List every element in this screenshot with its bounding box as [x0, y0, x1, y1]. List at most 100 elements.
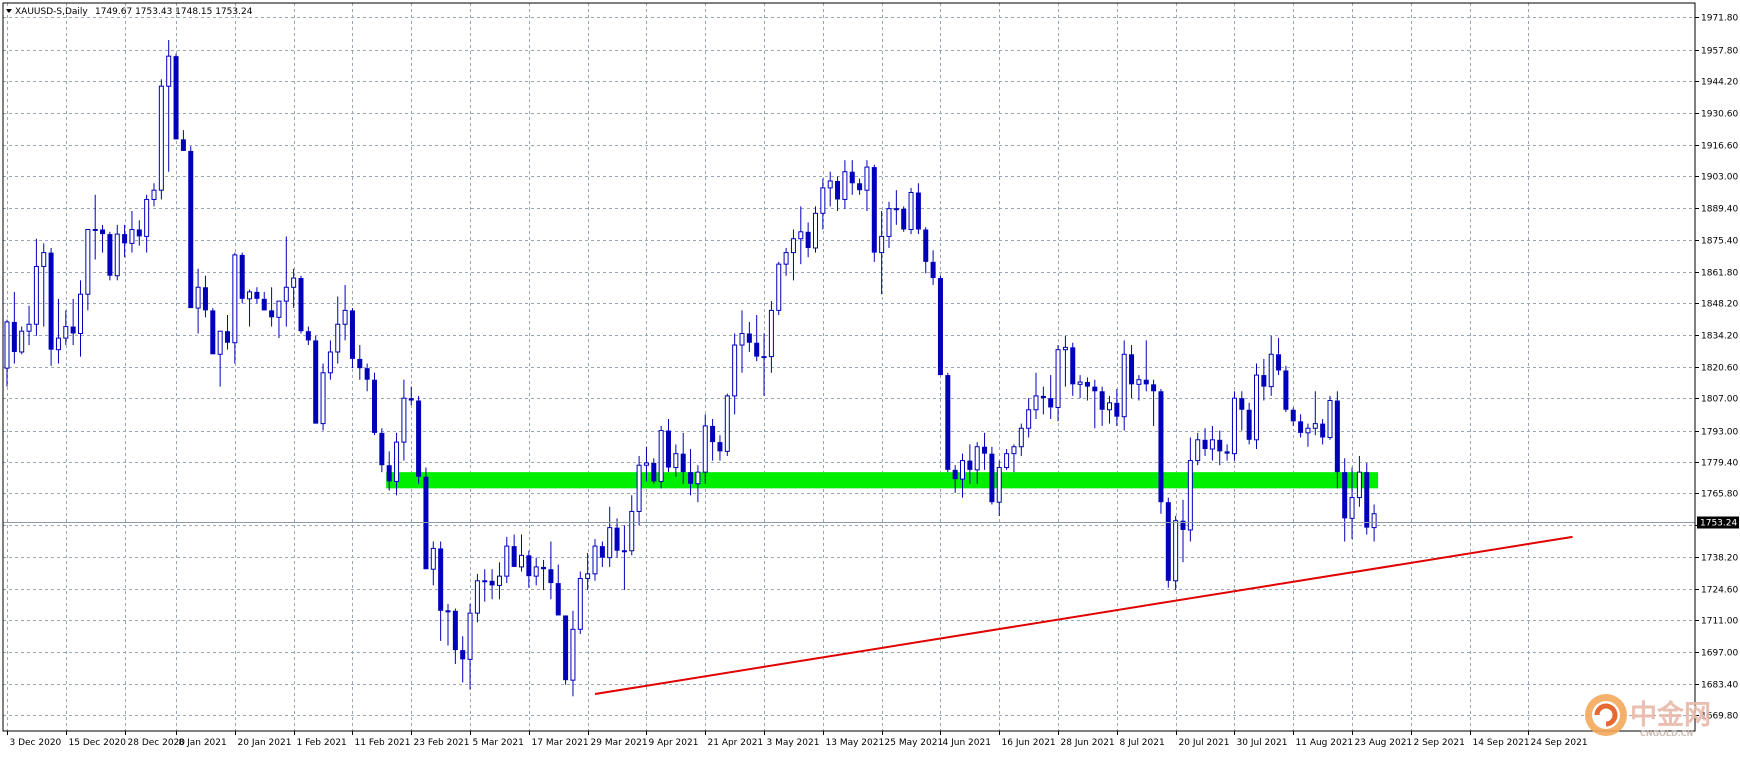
current-price-label: 1753.24: [1700, 519, 1737, 529]
candle: [1283, 365, 1289, 413]
candle-body-bear: [1246, 409, 1252, 440]
ohlc-readout: 1749.67 1753.43 1748.15 1753.24: [95, 7, 253, 17]
candle-body-bear: [541, 566, 547, 570]
candle-body-bull: [1327, 400, 1333, 438]
candle-body-bull: [1018, 427, 1024, 448]
candle-body-bull: [879, 235, 885, 254]
time-tick-label: 11 Aug 2021: [1296, 738, 1354, 748]
candle-body-bear: [357, 358, 363, 369]
candle-body-bear: [805, 231, 811, 248]
candle: [239, 252, 245, 304]
candle-body-bull: [445, 610, 451, 613]
candle: [1231, 391, 1237, 461]
support-zone-band[interactable]: [386, 472, 1379, 489]
candle-body-bull: [643, 462, 649, 466]
candle: [871, 164, 877, 262]
watermark: 中金网 CNGOLD.CN: [1585, 694, 1711, 738]
time-tick-label: 25 May 2021: [885, 738, 944, 748]
current-price-tag: 1753.24: [1697, 516, 1739, 529]
candle: [423, 467, 429, 570]
candle-body-bull: [1268, 353, 1274, 388]
time-tick-label: 3 May 2021: [767, 738, 820, 748]
candle-body-bull: [827, 180, 833, 189]
candle-body-bull: [342, 309, 348, 325]
candle-body-bear: [1290, 409, 1296, 422]
candle-body-bull: [695, 471, 701, 485]
candle-body-bull: [1136, 379, 1142, 385]
candle-body-bull: [893, 208, 899, 211]
candle-body-bear: [666, 430, 671, 468]
candle-body-bull: [92, 228, 98, 231]
candle-body-bull: [1033, 395, 1039, 411]
candle-body-bull: [761, 356, 767, 359]
candle-body-bull: [813, 212, 818, 249]
candle-body-bull: [114, 233, 120, 277]
candle-body-bear: [70, 326, 76, 334]
candle-body-bear: [982, 446, 988, 454]
candle-body-bull: [1305, 427, 1311, 434]
candle-body-bull: [768, 309, 774, 358]
time-tick-label: 1 Feb 2021: [297, 738, 347, 748]
candle-body-bull: [798, 231, 804, 240]
candle-body-bear: [1320, 423, 1326, 438]
candle-body-bull: [482, 580, 488, 583]
candle-body-bull: [820, 187, 826, 214]
candle-body-bull: [217, 330, 223, 355]
candle-body-bull: [577, 577, 583, 630]
candle-body-bull: [291, 277, 297, 288]
candle: [908, 187, 914, 235]
candle-body-bear: [48, 252, 54, 350]
candle: [107, 231, 113, 281]
candle-body-bull: [158, 85, 164, 191]
candle-body-bull: [247, 291, 253, 300]
chart-background: [0, 0, 1740, 763]
candle: [945, 372, 951, 473]
price-tick-label: 1957.80: [1701, 47, 1738, 57]
candle-body-bear: [901, 208, 907, 230]
candle-body-bear: [1158, 391, 1164, 503]
price-tick-label: 1875.40: [1701, 237, 1738, 247]
candle-body-bull: [1011, 446, 1017, 455]
candle-body-bear: [937, 278, 943, 376]
time-tick-label: 11 Feb 2021: [355, 738, 411, 748]
candle-body-bull: [776, 263, 782, 311]
candle: [989, 446, 995, 505]
candle-body-bear: [1276, 354, 1282, 371]
price-tick-label: 1738.20: [1701, 554, 1738, 564]
candle-body-bull: [658, 430, 664, 482]
time-tick-label: 23 Aug 2021: [1355, 738, 1413, 748]
price-tick-label: 1820.60: [1701, 364, 1738, 374]
candle-body-bear: [136, 229, 142, 237]
time-tick-label: 9 Apr 2021: [649, 738, 699, 748]
candle-body-bull: [430, 547, 436, 570]
candle-body-bear: [680, 453, 686, 473]
candle-body-bull: [166, 55, 172, 87]
candle-body-bull: [1004, 453, 1010, 469]
price-tick-label: 1779.40: [1701, 459, 1738, 469]
candle-body-bear: [416, 400, 422, 477]
candle-body-bull: [974, 446, 980, 471]
candle-body-bear: [489, 580, 495, 586]
candle: [813, 206, 818, 253]
time-tick-label: 3 Dec 2020: [10, 738, 62, 748]
candle-body-bear: [1298, 421, 1304, 433]
candle: [320, 363, 326, 431]
candle: [1364, 462, 1370, 535]
support-zone[interactable]: [386, 472, 1379, 489]
candle-body-bear: [298, 278, 304, 332]
candle-body-bear: [548, 569, 554, 584]
candle-body-bull: [739, 332, 745, 346]
candle: [158, 79, 164, 200]
candle-body-bear: [1151, 384, 1157, 392]
candle-body-bull: [585, 573, 591, 579]
candle-body-bull: [1231, 397, 1237, 455]
candle: [416, 395, 422, 484]
candle: [1327, 395, 1333, 440]
candle-body-bull: [1026, 409, 1032, 429]
candle-body-bear: [651, 462, 657, 482]
candle-body-bear: [1165, 502, 1171, 581]
price-chart[interactable]: 1971.80 1957.80 1944.20 1930.60 1916.60 1903.…: [0, 0, 1740, 763]
price-tick-label: 1861.80: [1701, 269, 1738, 279]
candle-body-bear: [1129, 354, 1135, 385]
candle: [658, 425, 664, 489]
